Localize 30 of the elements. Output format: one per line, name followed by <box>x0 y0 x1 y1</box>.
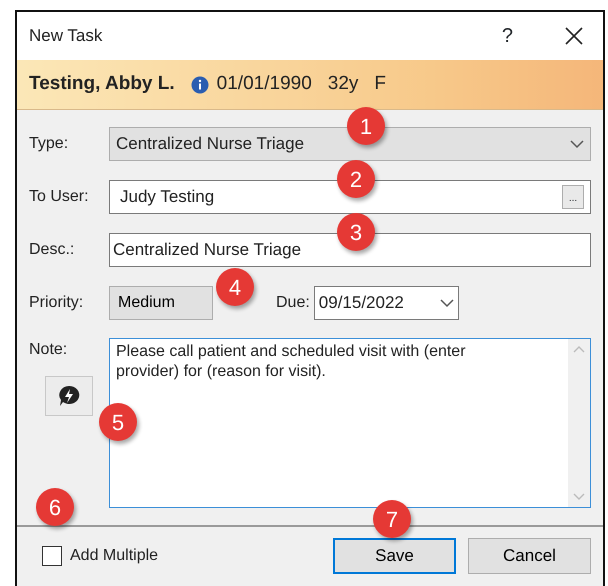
info-icon[interactable] <box>190 76 209 94</box>
note-field[interactable]: Please call patient and scheduled visit with (enter provider) for (reason for visit). <box>110 339 500 385</box>
chevron-icon <box>570 140 584 148</box>
save-button[interactable]: Save <box>333 538 456 574</box>
browse-button[interactable]: ... <box>562 185 584 209</box>
callout-badge: 6 <box>36 488 74 526</box>
window-title: New Task <box>29 25 102 48</box>
field-label: Due: <box>276 293 310 313</box>
checkbox[interactable] <box>42 546 62 566</box>
close-button[interactable] <box>565 27 583 45</box>
field-label: Desc.: <box>29 240 76 260</box>
field-label: Note: <box>29 340 68 360</box>
date-picker[interactable]: 09/15/2022 <box>314 286 459 320</box>
cancel-button[interactable]: Cancel <box>468 538 591 574</box>
field-label: To User: <box>29 187 90 207</box>
field-label: Type: <box>29 134 70 154</box>
chevron-icon <box>440 298 454 308</box>
callout-badge: 4 <box>216 268 254 306</box>
patient-age: 32y <box>328 72 358 96</box>
birth-date: 01/01/1990 <box>216 72 312 96</box>
lightning-bubble-icon <box>58 385 80 407</box>
help-button[interactable]: ? <box>502 21 513 51</box>
quick-text-button[interactable] <box>45 376 93 416</box>
checkbox-label: Add Multiple <box>70 546 158 566</box>
patient-name: Testing, Abby L. <box>29 72 175 96</box>
callout-badge: 5 <box>99 403 137 441</box>
callout-badge: 7 <box>373 500 411 538</box>
field-label: Priority: <box>29 293 84 313</box>
priority-button[interactable]: Medium <box>109 286 213 320</box>
patient-sex: F <box>374 72 386 96</box>
